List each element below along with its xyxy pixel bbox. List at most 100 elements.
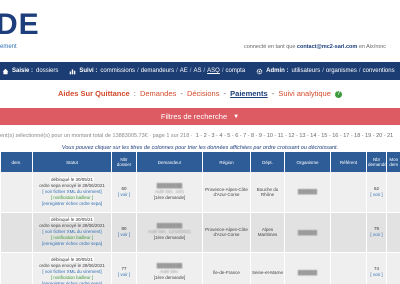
pager-page-link[interactable]: 15 [321, 133, 327, 139]
cell-demandeur: ████████ Aubl Séc. [1ère demande] [136, 252, 203, 284]
breadcrumb-title[interactable]: Aides Sur Quittance [58, 89, 130, 98]
column-header[interactable]: Référent [330, 152, 367, 172]
cell-demandeur: ████████ Aubl Séc. 10/1 [1ère demande] [136, 172, 203, 213]
pager-page-link[interactable]: 21 [387, 133, 393, 139]
breadcrumb-decisions[interactable]: Décisions [187, 89, 220, 98]
breadcrumb: Aides Sur Quittance : Demandes - Décisio… [0, 89, 400, 98]
pager-page-link[interactable]: 20 [376, 133, 382, 139]
pager-page-link[interactable]: 5 [227, 133, 230, 139]
statut-line[interactable]: [ notification bailleur ] [51, 275, 93, 280]
nav-link-compta[interactable]: compta [225, 68, 245, 74]
pager-page-link[interactable]: 4 [219, 133, 222, 139]
breadcrumb-paiements[interactable]: Paiements [230, 89, 268, 98]
voir-link[interactable]: [ voir ] [368, 232, 385, 238]
nav-link-ae[interactable]: AE [180, 68, 188, 74]
nav-link-commissions[interactable]: commissions [100, 68, 135, 74]
home-icon [2, 68, 9, 75]
breadcrumb-separator: - [180, 89, 183, 98]
voir-link[interactable]: [ voir ] [113, 272, 135, 278]
statut-line[interactable]: [ notification bailleur ] [51, 235, 93, 240]
nav-link-conventions[interactable]: conventions [363, 68, 395, 74]
statut-line: ordre sepa envoyé le 28/06/2021 [39, 223, 105, 228]
demandeur-line: Aubl Séc. 12/10/2021 [147, 229, 192, 234]
nav-link-dossiers[interactable]: dossiers [36, 68, 58, 74]
payments-table: dem. Statut Nbr dossier Demandeur Région Dépt… [0, 152, 400, 284]
voir-link[interactable]: [ voir ] [113, 192, 135, 198]
breadcrumb-suivi-analytique[interactable]: Suivi analytique [278, 89, 331, 98]
connected-email-link[interactable]: contact@mc2-sarl.com [297, 44, 357, 50]
pager-page-link[interactable]: 16 [332, 133, 338, 139]
pager-page-link[interactable]: 10 [267, 133, 273, 139]
demandeur-line: [1ère demande] [153, 275, 186, 280]
column-header[interactable]: Nbr demandé [366, 152, 387, 172]
nav-group-title: Saisie : [12, 68, 34, 74]
breadcrumb-separator: : [133, 89, 136, 98]
nav-link-demandeurs[interactable]: demandeurs [141, 68, 174, 74]
app-logo[interactable]: DE [0, 8, 40, 42]
pager-page-link[interactable]: 2 [204, 133, 207, 139]
statut-line[interactable]: [ voir fichier XML du virement] [42, 269, 101, 274]
pager-page-link[interactable]: 19 [365, 133, 371, 139]
search-filters-toggle[interactable]: Filtres de recherche ▼ [0, 108, 400, 125]
voir-link[interactable]: [ voir ] [113, 232, 135, 238]
cell-demandeur: ████████ Aubl Séc. 12/10/2021 [1ère demand… [136, 212, 203, 253]
sort-hint: Vous pouvez cliquer sur les titres de co… [61, 145, 339, 151]
nav-separator: / [358, 68, 361, 74]
nav-separator: / [189, 68, 192, 74]
column-header[interactable]: dem. [0, 152, 33, 172]
help-icon[interactable]: ? [335, 90, 342, 98]
nav-link-organismes[interactable]: organismes [326, 68, 357, 74]
table-row[interactable]: débloqué le 30/05/21 ordre sepa envoyé le… [0, 212, 400, 253]
pager-page-link[interactable]: 11 [278, 133, 284, 139]
nav-link-as[interactable]: AS [193, 68, 201, 74]
statut-line[interactable]: [enregistrer échec ordre sepa] [42, 201, 102, 206]
pager-page-link[interactable]: 17 [343, 133, 349, 139]
pager-separator: - [255, 133, 258, 139]
column-header[interactable]: Organisme [284, 152, 331, 172]
statut-line[interactable]: [ notification bailleur ] [51, 195, 93, 200]
statut-line[interactable]: [enregistrer échec ordre sepa] [42, 241, 102, 246]
table-row[interactable]: débloqué le 30/05/21 ordre sepa envoyé le… [0, 252, 400, 284]
cell-region: Provence-Alpes-Côte d'Azur-Corse [202, 172, 251, 213]
pager-separator: - [223, 133, 226, 139]
nav-link-asq[interactable]: ASQ [207, 68, 220, 74]
column-header[interactable]: Dépt. [250, 152, 285, 172]
pager-page-link[interactable]: 6 [235, 133, 238, 139]
pager-page-link[interactable]: 3 [211, 133, 214, 139]
pager-page-link[interactable]: 14 [310, 133, 316, 139]
app-logo-subtitle: ement [0, 44, 17, 50]
column-header[interactable]: Statut [32, 152, 112, 172]
pager-page-link[interactable]: 13 [299, 133, 305, 139]
nav-group: Admin : utilisateurs / organismes / conventio… [256, 68, 395, 75]
cell-organisme: ██████ [284, 212, 331, 253]
pager-page-link[interactable]: 9 [259, 133, 262, 139]
pager-separator: - [306, 133, 309, 139]
main-navbar: Saisie : dossiers Suivi : commissions / deman… [0, 62, 400, 80]
pager-page-link[interactable]: 1 [196, 133, 199, 139]
breadcrumb-demandes[interactable]: Demandes [140, 89, 176, 98]
column-header[interactable]: Demandeur [136, 152, 203, 172]
pager-page-link[interactable]: 12 [288, 133, 294, 139]
connected-prefix: connecté en tant que [244, 44, 297, 50]
pager-page-link[interactable]: 18 [354, 133, 360, 139]
pager-separator: - [328, 133, 331, 139]
pager-separator: - [263, 133, 266, 139]
cell-dept: Bouche du Rhône [250, 172, 285, 213]
table-row[interactable]: débloqué le 30/05/21 ordre sepa envoyé le… [0, 172, 400, 213]
nav-separator: / [221, 68, 224, 74]
column-header[interactable]: Mon dem [386, 152, 400, 172]
pager-separator: - [339, 133, 342, 139]
column-header[interactable]: Région [202, 152, 251, 172]
demandeur-line: Aubl Séc. 10/1 [154, 188, 185, 194]
voir-link[interactable]: [ voir ] [368, 192, 385, 198]
statut-line[interactable]: [ voir fichier XML du virement] [42, 189, 101, 194]
pager-separator: - [239, 133, 242, 139]
pager-page-link[interactable]: 7 [243, 133, 246, 139]
voir-link[interactable]: [ voir ] [368, 272, 385, 278]
organisme-value: ██████ [297, 189, 318, 195]
statut-line[interactable]: [ voir fichier XML du virement] [42, 229, 101, 234]
column-header[interactable]: Nbr dossier [111, 152, 137, 172]
nav-group-title: Suivi : [79, 68, 98, 74]
nav-link-utilisateurs[interactable]: utilisateurs [292, 68, 321, 74]
pager-page-link[interactable]: 8 [251, 133, 254, 139]
